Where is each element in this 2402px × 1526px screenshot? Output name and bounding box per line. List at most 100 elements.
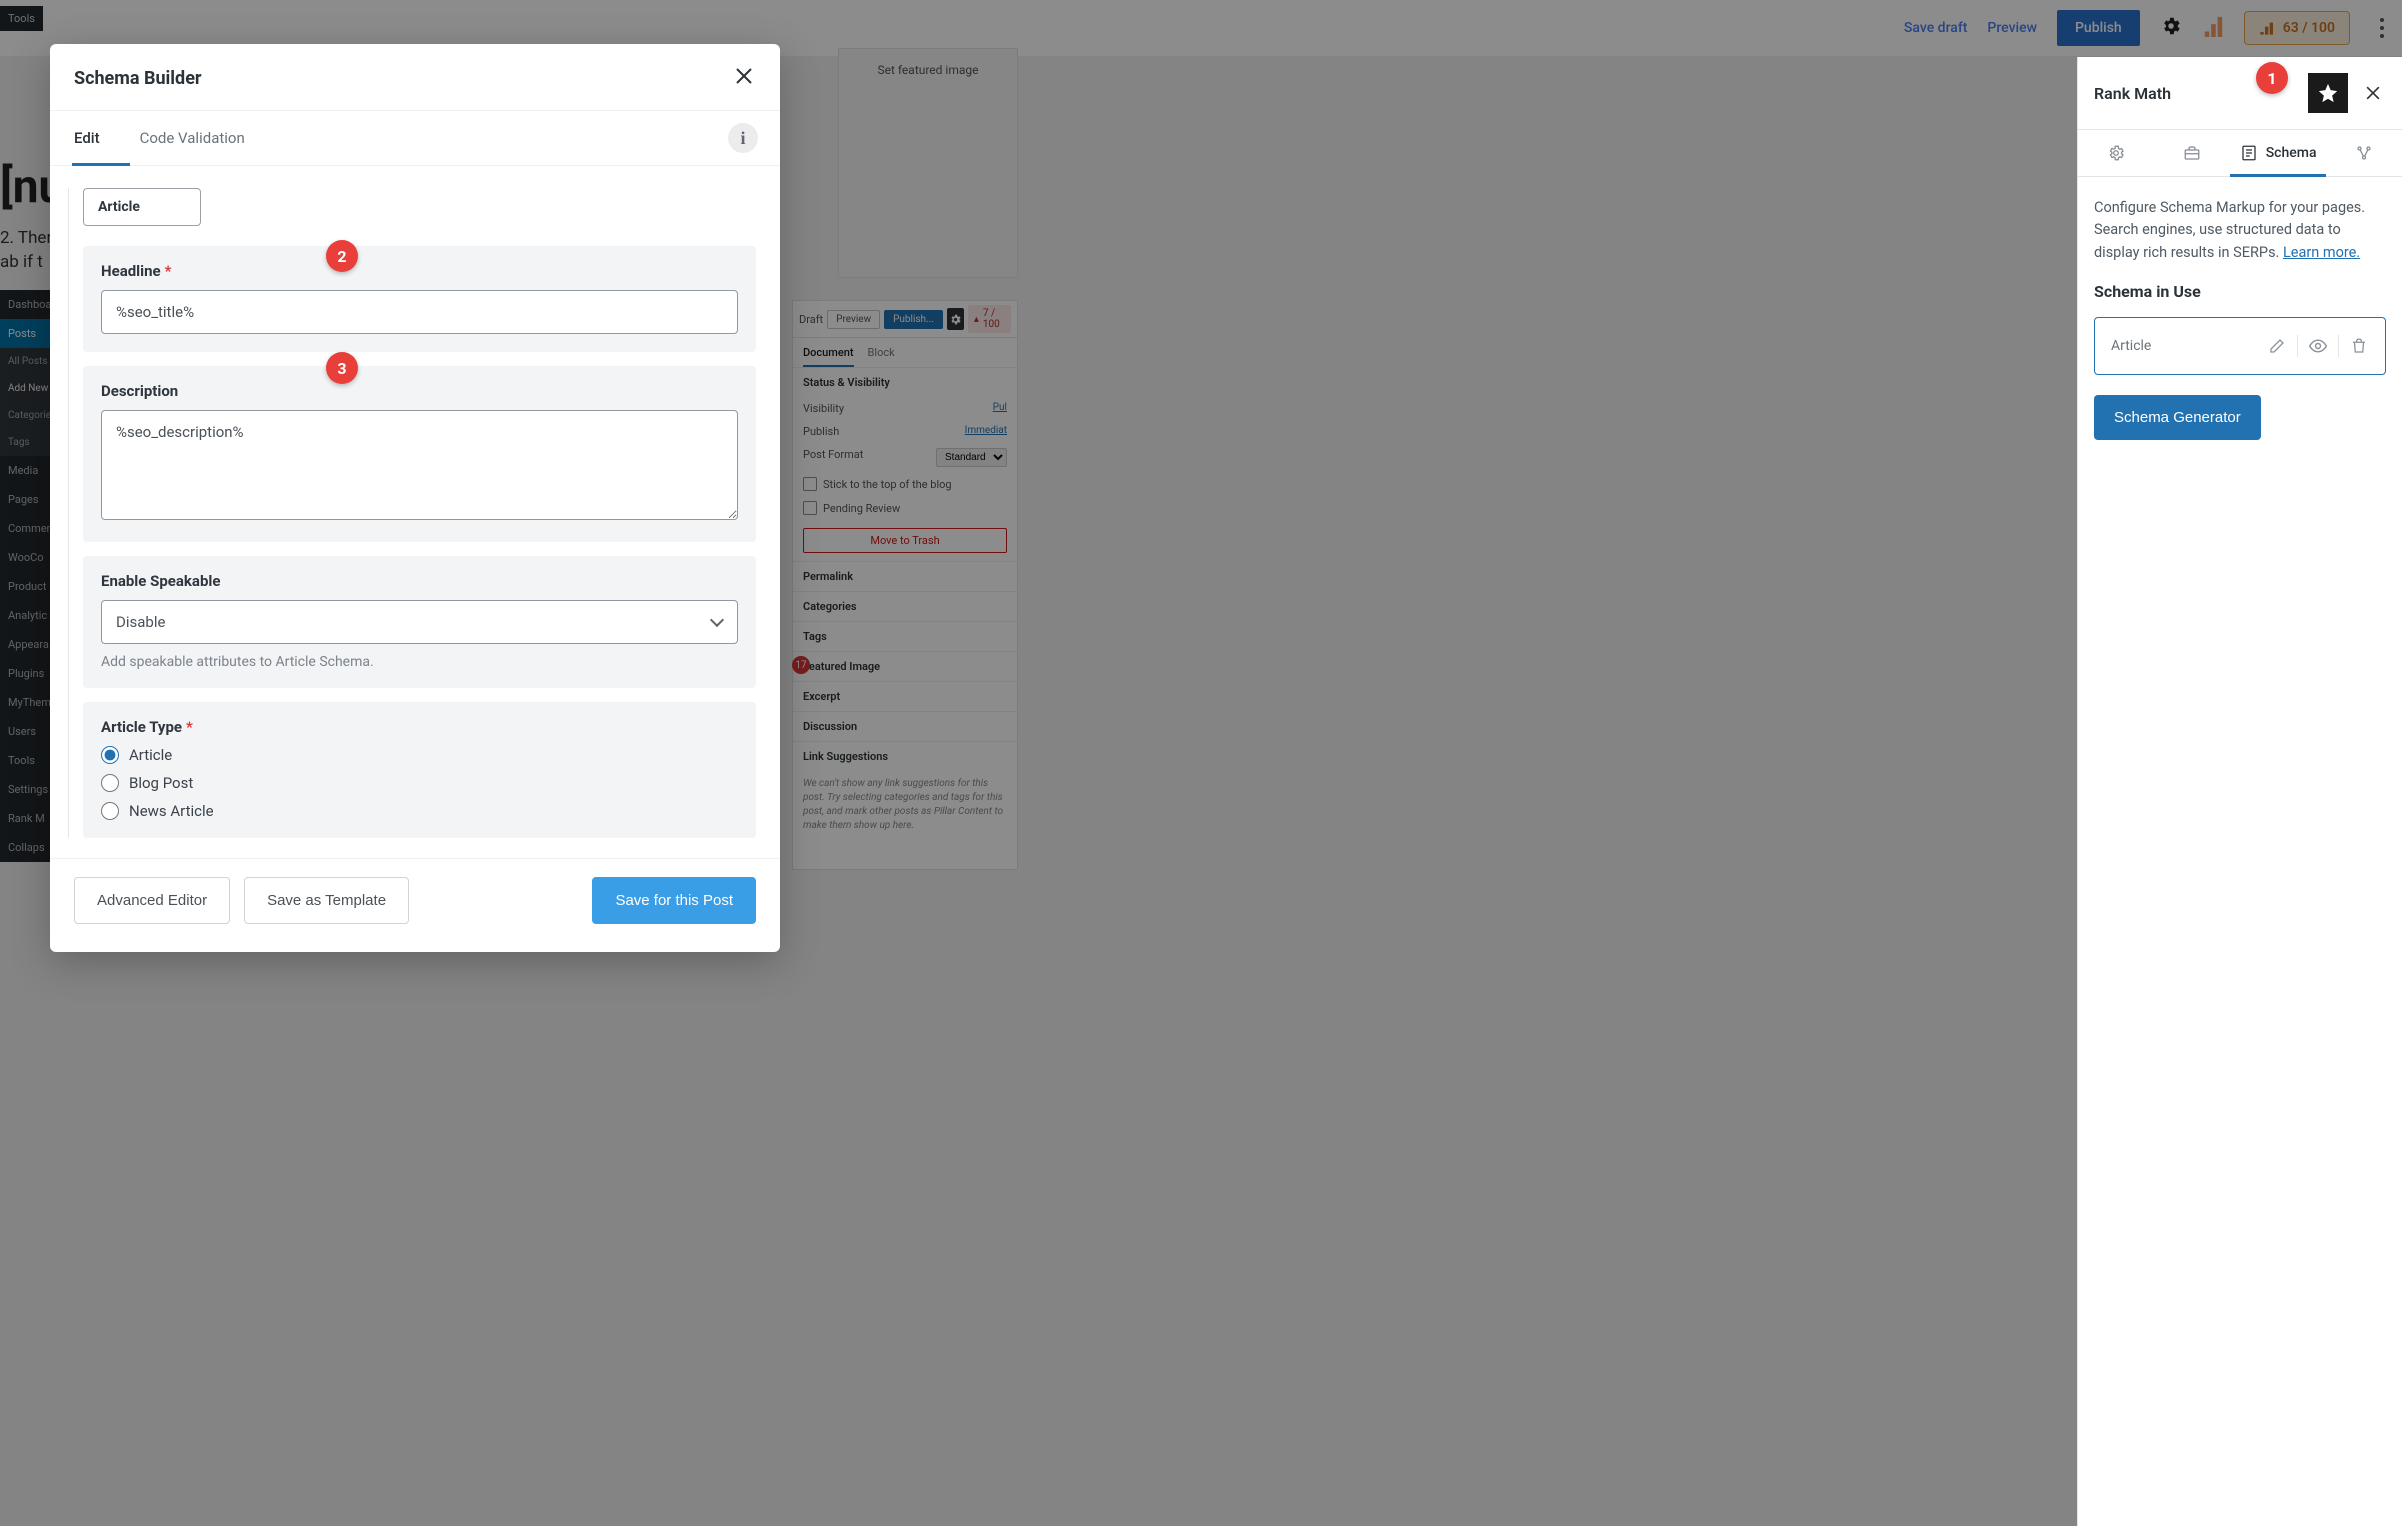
article-type-label: Article Type*: [101, 718, 738, 736]
publish-button[interactable]: Publish: [2057, 10, 2140, 46]
headline-input[interactable]: [101, 290, 738, 334]
tab-schema-label: Schema: [2266, 145, 2317, 161]
nav-analytics[interactable]: Analytic: [0, 601, 52, 630]
tab-settings-icon[interactable]: [2078, 130, 2154, 176]
publish-label: Publish: [803, 425, 839, 438]
visibility-label: Visibility: [803, 402, 844, 415]
tab-share-icon[interactable]: [2326, 130, 2402, 176]
nav-users[interactable]: Users: [0, 717, 52, 746]
nav-woocommerce[interactable]: WooCo: [0, 543, 52, 572]
nav-products[interactable]: Product: [0, 572, 52, 601]
description-textarea[interactable]: [101, 410, 738, 520]
callout-badge-2: 2: [326, 240, 358, 272]
schema-intro: Configure Schema Markup for your pages. …: [2094, 197, 2386, 264]
save-draft-link[interactable]: Save draft: [1904, 20, 1968, 36]
article-type-option-article[interactable]: Article: [101, 746, 738, 764]
save-as-template-button[interactable]: Save as Template: [244, 877, 409, 924]
tools-pill: Tools: [0, 6, 43, 31]
schema-item-name: Article: [2111, 338, 2261, 354]
advanced-editor-button[interactable]: Advanced Editor: [74, 877, 230, 924]
star-button[interactable]: [2308, 73, 2348, 113]
section-excerpt[interactable]: Excerpt: [793, 681, 1017, 711]
nav-posts[interactable]: Posts: [0, 319, 52, 348]
topbar-draft: Draft: [799, 313, 823, 326]
schema-in-use-heading: Schema in Use: [2094, 282, 2386, 301]
publish-value[interactable]: Immediat: [965, 425, 1007, 438]
nav-appearance[interactable]: Appeara: [0, 630, 52, 659]
settings-icon[interactable]: [2160, 15, 2182, 42]
nav-plugins[interactable]: Plugins: [0, 659, 52, 688]
visibility-value[interactable]: Pul: [993, 402, 1007, 415]
section-status-visibility[interactable]: Status & Visibility: [793, 367, 1017, 397]
nav-dashboard[interactable]: Dashboard: [0, 290, 52, 319]
post-format-select[interactable]: Standard: [936, 448, 1007, 467]
label-pending: Pending Review: [823, 502, 900, 515]
nav-pages[interactable]: Pages: [0, 485, 52, 514]
article-type-option-blog-post[interactable]: Blog Post: [101, 774, 738, 792]
link-suggestions-hint: We can't show any link suggestions for t…: [793, 771, 1017, 843]
section-discussion[interactable]: Discussion: [793, 711, 1017, 741]
modal-tab-edit[interactable]: Edit: [72, 111, 102, 165]
modal-tab-code-validation[interactable]: Code Validation: [138, 111, 247, 165]
section-permalink[interactable]: Permalink: [793, 561, 1017, 591]
rank-math-panel: Rank Math Schema Configure S: [2077, 57, 2402, 1526]
featured-image-placeholder[interactable]: Set featured image: [838, 48, 1018, 278]
article-type-option-news-article[interactable]: News Article: [101, 802, 738, 820]
checkbox-stick[interactable]: [803, 477, 817, 491]
nav-settings[interactable]: Settings: [0, 775, 52, 804]
speakable-label: Enable Speakable: [101, 572, 738, 590]
nav-mytheme[interactable]: MyThem: [0, 688, 52, 717]
seo-score-badge[interactable]: 63 / 100: [2244, 11, 2350, 45]
schema-generator-button[interactable]: Schema Generator: [2094, 395, 2261, 440]
nav-media[interactable]: Media: [0, 456, 52, 485]
topbar-mini-score: ▴7 / 100: [968, 305, 1011, 333]
seo-score-value: 63 / 100: [2283, 20, 2335, 36]
headline-label: Headline*: [101, 262, 738, 280]
nav-tools[interactable]: Tools: [0, 746, 52, 775]
article-chip[interactable]: Article: [83, 188, 201, 226]
checkbox-pending[interactable]: [803, 501, 817, 515]
callout-badge-3: 3: [326, 352, 358, 384]
section-featured-image[interactable]: Featured Image: [793, 651, 1017, 681]
speakable-select[interactable]: Disable: [101, 600, 738, 644]
more-menu-icon[interactable]: [2370, 18, 2394, 38]
topbar-publish[interactable]: Publish...: [884, 310, 943, 329]
close-panel-button[interactable]: [2356, 73, 2390, 113]
schema-in-use-item: Article: [2094, 317, 2386, 375]
nav-rankmath[interactable]: Rank M: [0, 804, 52, 833]
topbar-gear-icon[interactable]: [947, 308, 964, 330]
info-icon[interactable]: i: [728, 123, 758, 153]
close-modal-button[interactable]: [732, 64, 756, 92]
preview-link[interactable]: Preview: [1987, 20, 2037, 36]
nav-tags[interactable]: Tags: [0, 429, 52, 456]
nav-collapse[interactable]: Collaps: [0, 833, 52, 862]
section-link-suggestions[interactable]: Link Suggestions: [793, 741, 1017, 771]
bg-text-line: 2. Ther: [0, 228, 52, 248]
tab-document[interactable]: Document: [803, 346, 854, 367]
modal-tabs: Edit Code Validation i: [50, 110, 780, 166]
eye-icon[interactable]: [2302, 332, 2334, 360]
notification-badge: 17: [792, 656, 810, 674]
nav-add-new[interactable]: Add New: [0, 375, 52, 402]
nav-all-posts[interactable]: All Posts: [0, 348, 52, 375]
speakable-section: Enable Speakable Disable Add speakable a…: [83, 556, 756, 688]
learn-more-link[interactable]: Learn more.: [2283, 244, 2360, 261]
nav-comments[interactable]: Commen: [0, 514, 52, 543]
section-categories[interactable]: Categories: [793, 591, 1017, 621]
modal-title: Schema Builder: [74, 68, 202, 89]
edit-icon[interactable]: [2261, 332, 2293, 360]
label-stick: Stick to the top of the blog: [823, 478, 952, 491]
tab-schema[interactable]: Schema: [2230, 130, 2325, 176]
section-tags[interactable]: Tags: [793, 621, 1017, 651]
nav-categories[interactable]: Categories: [0, 402, 52, 429]
rank-math-tabs: Schema: [2078, 129, 2402, 177]
move-to-trash-button[interactable]: Move to Trash: [803, 528, 1007, 553]
topbar-preview[interactable]: Preview: [827, 310, 880, 329]
save-for-post-button[interactable]: Save for this Post: [592, 877, 756, 924]
rankmath-logo-icon[interactable]: [2202, 13, 2224, 43]
tab-block[interactable]: Block: [868, 346, 895, 367]
trash-icon[interactable]: [2343, 332, 2375, 360]
wp-admin-nav: Dashboard Posts All Posts Add New Catego…: [0, 290, 52, 862]
post-format-label: Post Format: [803, 448, 863, 467]
tab-toolbox-icon[interactable]: [2154, 130, 2230, 176]
